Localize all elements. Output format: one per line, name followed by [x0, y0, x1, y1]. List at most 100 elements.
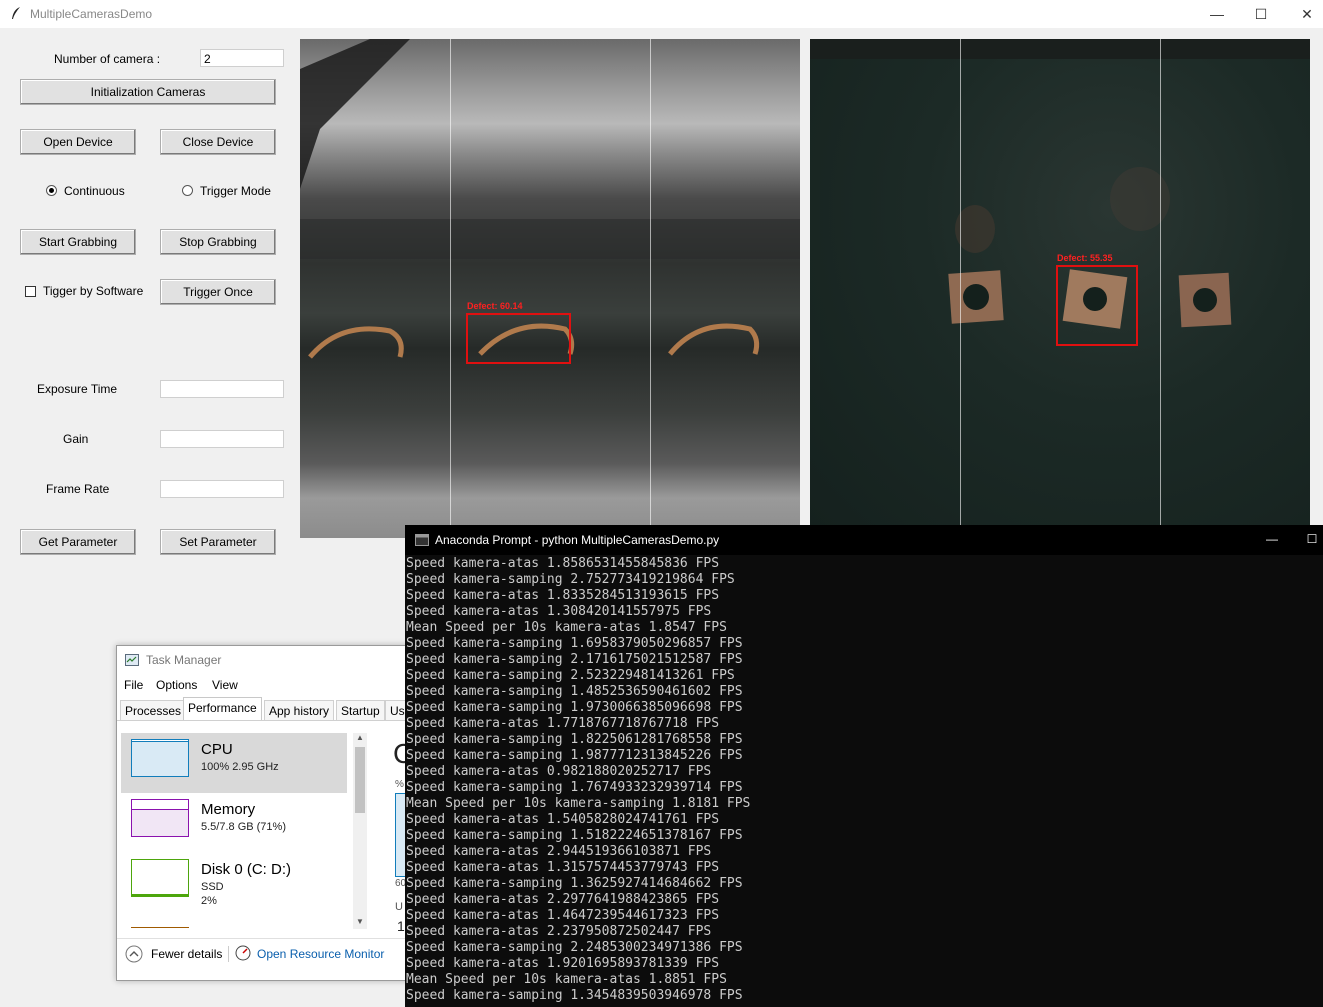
- exposure-time-input[interactable]: [160, 380, 284, 398]
- get-parameter-button[interactable]: Get Parameter: [20, 529, 136, 555]
- close-device-button[interactable]: Close Device: [160, 129, 276, 155]
- utilization-fragment: U: [395, 901, 403, 913]
- set-parameter-button[interactable]: Set Parameter: [160, 529, 276, 555]
- memory-stats: 5.5/7.8 GB (71%): [201, 821, 286, 833]
- console-line: Speed kamera-samping 1.6958379050296857 …: [406, 636, 743, 651]
- console-line: Speed kamera-samping 2.752773419219864 F…: [406, 572, 735, 587]
- trigger-mode-radio[interactable]: [182, 185, 193, 196]
- console-icon: [415, 534, 429, 546]
- start-grabbing-button[interactable]: Start Grabbing: [20, 229, 136, 255]
- console-line: Speed kamera-atas 1.8335284513193615 FPS: [406, 588, 720, 603]
- console-line: Speed kamera-samping 1.8225061281768558 …: [406, 732, 743, 747]
- console-line: Speed kamera-samping 1.5182224651378167 …: [406, 828, 743, 843]
- console-line: Mean Speed per 10s kamera-samping 1.8181…: [406, 796, 751, 811]
- stop-grabbing-button[interactable]: Stop Grabbing: [160, 229, 276, 255]
- scroll-down-icon[interactable]: ▼: [354, 917, 366, 927]
- cpu-graph: [131, 739, 189, 777]
- window-title: MultipleCamerasDemo: [30, 7, 153, 21]
- camera-1-scene: [300, 39, 800, 359]
- console-line: Speed kamera-samping 2.2485300234971386 …: [406, 940, 743, 955]
- scroll-thumb[interactable]: [355, 747, 365, 813]
- util-percent-fragment: %: [395, 779, 404, 790]
- console-minimize-button[interactable]: —: [1257, 525, 1287, 555]
- trigger-software-checkbox[interactable]: [25, 286, 36, 297]
- disk-type: SSD: [201, 881, 224, 893]
- frame-rate-input[interactable]: [160, 480, 284, 498]
- console-maximize-button[interactable]: ☐: [1301, 525, 1323, 555]
- memory-graph: [131, 799, 189, 837]
- camera-view-1: Defect: 60.14: [300, 39, 800, 538]
- tab-app-history[interactable]: App history: [264, 700, 335, 720]
- perf-item-memory[interactable]: Memory 5.5/7.8 GB (71%): [121, 793, 347, 853]
- task-manager-title: Task Manager: [146, 653, 222, 667]
- console-line: Speed kamera-atas 2.237950872502447 FPS: [406, 924, 712, 939]
- defect-label: Defect: 55.35: [1057, 253, 1113, 263]
- menu-file[interactable]: File: [124, 678, 143, 692]
- chevron-up-icon[interactable]: [125, 945, 143, 963]
- menu-options[interactable]: Options: [156, 678, 197, 692]
- tab-performance[interactable]: Performance: [183, 697, 262, 721]
- console-line: Speed kamera-atas 1.7718767718767718 FPS: [406, 716, 720, 731]
- console-line: Speed kamera-samping 2.1716175021512587 …: [406, 652, 743, 667]
- console-line: Mean Speed per 10s kamera-atas 1.8851 FP…: [406, 972, 727, 987]
- resource-monitor-icon: [235, 945, 251, 961]
- continuous-radio[interactable]: [46, 185, 57, 196]
- gain-label: Gain: [63, 432, 89, 446]
- console-window: Anaconda Prompt - python MultipleCameras…: [405, 525, 1323, 1007]
- guide-line: [1160, 39, 1161, 525]
- console-line: Speed kamera-samping 1.4852536590461602 …: [406, 684, 743, 699]
- console-line: Speed kamera-atas 1.8586531455845836 FPS: [406, 556, 720, 571]
- close-window-button[interactable]: ✕: [1284, 0, 1323, 28]
- tab-divider: [117, 720, 417, 721]
- trigger-once-button[interactable]: Trigger Once: [160, 279, 276, 305]
- continuous-label: Continuous: [64, 184, 125, 198]
- console-line: Mean Speed per 10s kamera-atas 1.8547 FP…: [406, 620, 727, 635]
- console-line: Speed kamera-atas 1.3157574453779743 FPS: [406, 860, 720, 875]
- disk-graph-fill: [132, 894, 188, 896]
- trigger-software-label: Tigger by Software: [43, 284, 144, 298]
- task-manager-window: Task Manager File Options View Processes…: [116, 645, 418, 981]
- minimize-button[interactable]: —: [1194, 0, 1240, 28]
- exposure-time-label: Exposure Time: [37, 382, 118, 396]
- console-line: Speed kamera-samping 1.9877712313845226 …: [406, 748, 743, 763]
- defect-box: [466, 313, 571, 364]
- next-item-peek: [131, 927, 189, 932]
- guide-line: [450, 39, 451, 538]
- guide-line: [960, 39, 961, 525]
- window-title-bar: MultipleCamerasDemo — ☐ ✕: [0, 0, 1323, 28]
- scroll-up-icon[interactable]: ▲: [354, 733, 366, 743]
- console-title: Anaconda Prompt - python MultipleCameras…: [435, 533, 720, 547]
- console-line: Speed kamera-samping 1.3454839503946978 …: [406, 988, 743, 1003]
- console-line: Speed kamera-samping 1.9730066385096698 …: [406, 700, 743, 715]
- footer-separator: [228, 946, 229, 962]
- console-line: Speed kamera-atas 1.4647239544617323 FPS: [406, 908, 720, 923]
- tab-processes[interactable]: Processes: [120, 700, 187, 720]
- menu-view[interactable]: View: [212, 678, 238, 692]
- perf-item-disk[interactable]: Disk 0 (C: D:) SSD 2%: [121, 853, 347, 913]
- open-device-button[interactable]: Open Device: [20, 129, 136, 155]
- gain-input[interactable]: [160, 430, 284, 448]
- memory-graph-fill: [132, 809, 188, 836]
- frame-rate-label: Frame Rate: [46, 482, 110, 496]
- perf-item-cpu[interactable]: CPU 100% 2.95 GHz: [121, 733, 347, 793]
- footer-divider: [117, 938, 417, 939]
- console-line: Speed kamera-samping 1.3625927414684662 …: [406, 876, 743, 891]
- maximize-button[interactable]: ☐: [1238, 0, 1284, 28]
- console-line: Speed kamera-atas 2.944519366103871 FPS: [406, 844, 712, 859]
- cpu-graph-fill: [132, 740, 188, 776]
- init-cameras-button[interactable]: Initialization Cameras: [20, 79, 276, 105]
- trigger-mode-label: Trigger Mode: [200, 184, 271, 198]
- tab-startup[interactable]: Startup: [336, 700, 385, 720]
- defect-box: [1056, 265, 1138, 346]
- console-line: Speed kamera-atas 0.982188020252717 FPS: [406, 764, 712, 779]
- open-resource-monitor-link[interactable]: Open Resource Monitor: [257, 947, 384, 961]
- camera-view-2: Defect: 55.35: [810, 39, 1310, 525]
- memory-label: Memory: [201, 801, 256, 818]
- disk-usage: 2%: [201, 895, 217, 907]
- perf-list-scrollbar[interactable]: ▲ ▼: [353, 733, 367, 929]
- num-camera-input[interactable]: 2: [200, 49, 284, 67]
- fewer-details-link[interactable]: Fewer details: [151, 947, 222, 961]
- disk-graph: [131, 859, 189, 897]
- defect-label: Defect: 60.14: [467, 301, 523, 311]
- disk-label: Disk 0 (C: D:): [201, 861, 291, 878]
